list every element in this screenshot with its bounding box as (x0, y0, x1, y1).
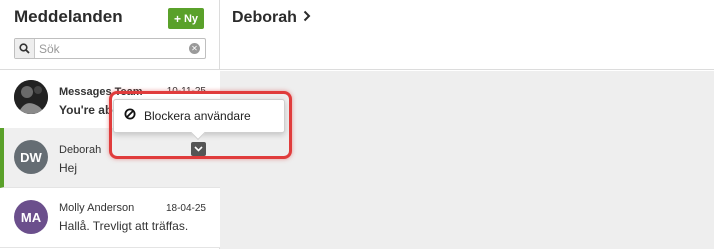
avatar (14, 80, 48, 114)
conversation-title-text: Deborah (232, 9, 297, 26)
avatar: MA (14, 200, 48, 234)
block-user-menu-item[interactable]: Blockera användare (144, 109, 251, 123)
plus-icon: + (173, 11, 181, 26)
conversation-date: 18-04-25 (165, 203, 206, 214)
search-box: ✕ (14, 38, 206, 59)
search-icon (15, 39, 35, 58)
search-input[interactable] (39, 41, 189, 56)
conversation-preview: Hallå. Trevligt att träffas. (59, 219, 189, 233)
conversation-name: Molly Anderson (59, 202, 135, 214)
conversation-preview: Hej (59, 161, 78, 175)
avatar: DW (14, 140, 48, 174)
message-area (220, 71, 714, 249)
conversation-item-molly-anderson[interactable]: MA Molly Anderson 18-04-25 Hallå. Trevli… (0, 188, 220, 248)
conversation-title[interactable]: Deborah (232, 9, 311, 27)
conversation-options-chevron-icon[interactable] (191, 142, 206, 156)
sidebar-header: Meddelanden + Ny ✕ (0, 0, 220, 70)
conversation-item-deborah[interactable]: DW Deborah Hej (0, 128, 220, 188)
context-menu: Blockera användare (113, 99, 285, 141)
block-icon (124, 107, 136, 125)
new-button-label: Ny (183, 12, 199, 25)
clear-search-icon[interactable]: ✕ (189, 43, 200, 54)
conversation-header: Deborah (220, 0, 714, 70)
sidebar-title: Meddelanden (14, 7, 123, 26)
conversation-date: 10-11-25 (166, 86, 206, 97)
new-message-button[interactable]: + Ny (168, 8, 204, 29)
chevron-right-icon (303, 9, 311, 27)
conversation-name: Deborah (59, 144, 102, 156)
conversation-name: Messages Team (59, 86, 143, 98)
